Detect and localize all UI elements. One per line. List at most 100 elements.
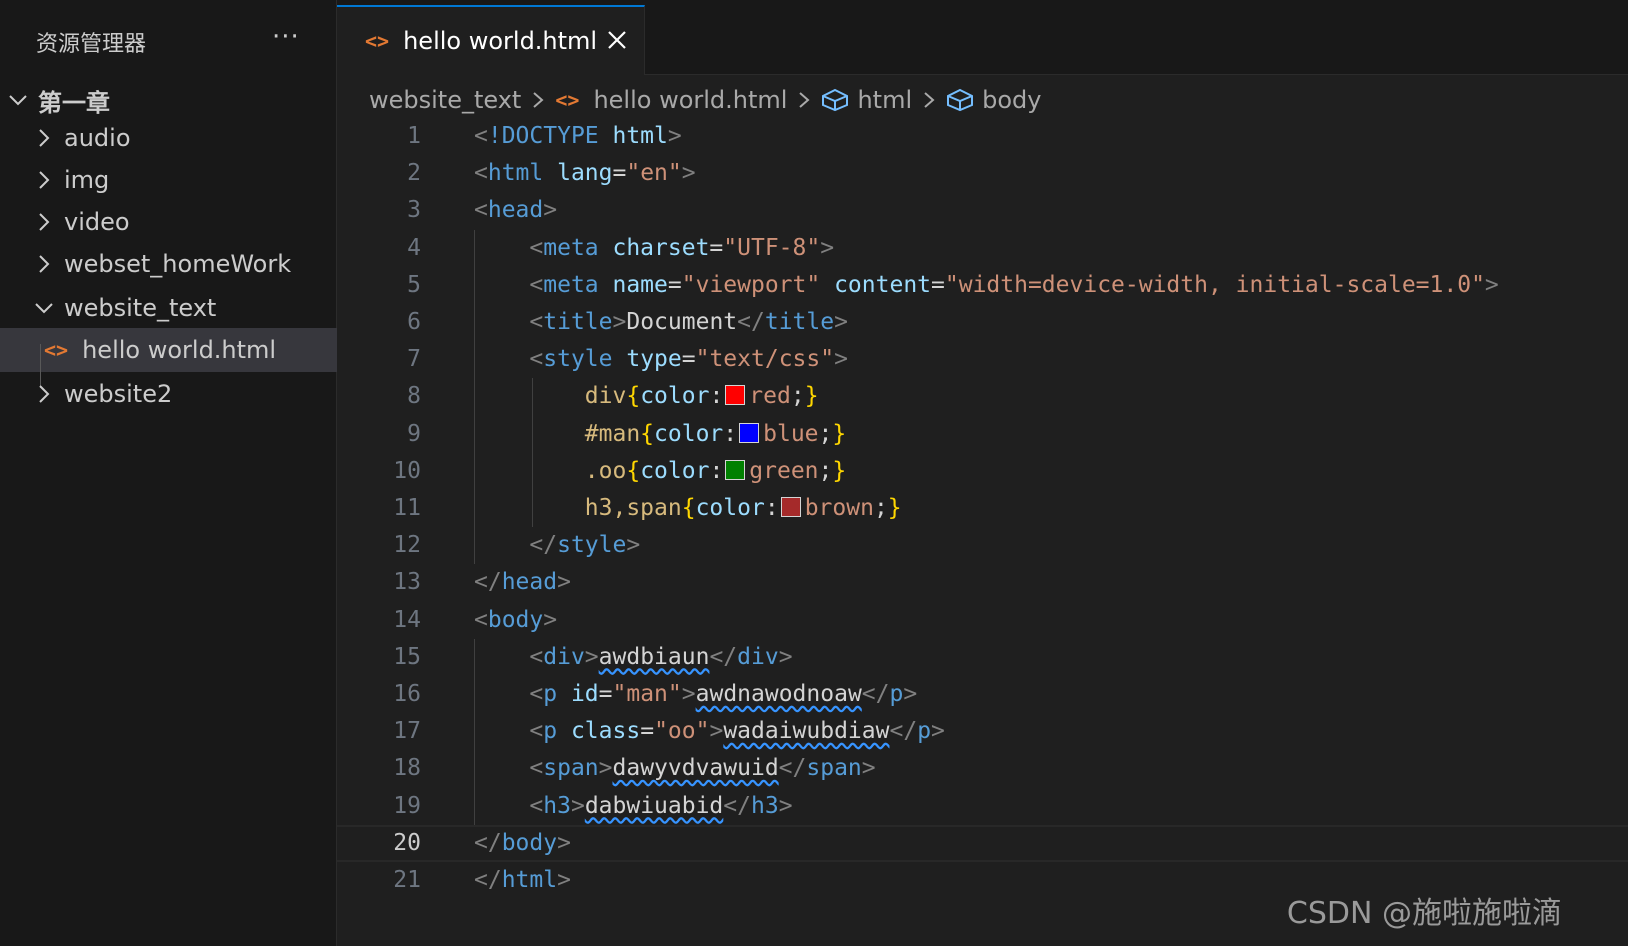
breadcrumb-label: website_text: [369, 86, 522, 114]
code-line[interactable]: 8 div{color: red;}: [337, 378, 1628, 415]
css-value: green: [749, 457, 819, 484]
close-icon[interactable]: [606, 29, 628, 55]
code-line[interactable]: 17 <p class="oo">wadaiwubdiaw</p>: [337, 713, 1628, 750]
code-token: <: [474, 123, 488, 149]
code-token: >: [834, 346, 848, 373]
chevron-right-icon: [922, 90, 936, 110]
code-token: >: [543, 606, 558, 633]
tree-label: video: [64, 208, 130, 236]
code-line[interactable]: 18 <span>dawyvdvawuid</span>: [337, 750, 1628, 787]
code-line[interactable]: 1 <!DOCTYPE html>: [337, 118, 1628, 155]
code-token: >: [667, 123, 682, 149]
color-swatch-icon[interactable]: [725, 385, 746, 406]
breadcrumb-symbol-body[interactable]: body: [946, 86, 1041, 114]
code-token: title: [764, 309, 835, 335]
tree-folder-audio[interactable]: audio: [0, 116, 370, 160]
cube-symbol-icon: [946, 88, 974, 112]
code-line[interactable]: 5 <meta name="viewport" content="width=d…: [337, 267, 1628, 304]
indent-guide: [474, 638, 475, 825]
code-token: id: [557, 681, 599, 707]
breadcrumb: website_text <> hello world.html html bo…: [369, 80, 1041, 120]
html-file-icon: <>: [44, 338, 69, 362]
code-text: <head>: [474, 192, 557, 229]
code-token: >: [681, 681, 696, 707]
watermark: CSDN @施啦施啦滴: [1286, 896, 1562, 931]
code-token: html: [598, 123, 668, 149]
breadcrumb-label: html: [857, 86, 913, 114]
cube-symbol-icon: [821, 88, 849, 112]
tree-folder-img[interactable]: img: [0, 158, 370, 202]
code-token: <: [529, 346, 544, 373]
code-token: p: [543, 718, 558, 745]
tree-label: img: [64, 166, 110, 194]
code-token: div: [543, 643, 585, 670]
code-token: >: [570, 792, 585, 819]
tree-folder-webset-homework[interactable]: webset_homeWork: [0, 242, 370, 286]
color-swatch-icon[interactable]: [739, 422, 760, 443]
code-token: <: [529, 792, 544, 819]
code-line[interactable]: 14 <body>: [337, 602, 1628, 639]
code-token: awdbiaun: [598, 643, 710, 670]
code-line[interactable]: 9 #man{color: blue;}: [337, 416, 1628, 453]
indent-guide: [532, 378, 534, 528]
code-line[interactable]: 2 <html lang="en">: [337, 155, 1628, 192]
code-line[interactable]: 12 </style>: [337, 527, 1628, 564]
tab-hello-world[interactable]: <> hello world.html: [337, 5, 645, 75]
code-token: >: [626, 532, 641, 559]
breadcrumb-folder[interactable]: website_text: [369, 86, 521, 114]
breadcrumb-file[interactable]: <> hello world.html: [555, 86, 787, 114]
css-value: red: [749, 383, 791, 410]
code-token: body: [487, 606, 544, 633]
code-line[interactable]: 13 </head>: [337, 564, 1628, 601]
code-line[interactable]: 7 <style type="text/css">: [337, 341, 1628, 378]
explorer-title: 资源管理器: [36, 32, 147, 57]
code-token: meta: [543, 271, 599, 298]
code-token: =: [681, 346, 696, 373]
code-line[interactable]: 19 <h3>dabwiuabid</h3>: [337, 788, 1628, 825]
code-token: =: [612, 160, 627, 187]
code-line[interactable]: 11 h3,span{color: brown;}: [337, 490, 1628, 527]
tree-file-hello-world[interactable]: <> hello world.html: [0, 328, 380, 372]
code-token: #man: [584, 420, 641, 447]
code-line[interactable]: 15 <div>awdbiaun</div>: [337, 639, 1628, 676]
code-token: =: [598, 681, 613, 707]
more-actions-icon[interactable]: ···: [272, 22, 300, 52]
indent-guide: [474, 229, 475, 565]
chevron-right-icon: [797, 90, 811, 110]
code-line[interactable]: 16 <p id="man">awdnawodnoaw</p>: [337, 676, 1628, 713]
code-token: h3: [543, 792, 571, 819]
color-swatch-icon[interactable]: [780, 497, 801, 517]
tree-folder-website2[interactable]: website2: [0, 372, 370, 416]
chevron-right-icon: [34, 384, 54, 404]
code-line[interactable]: 6 <title>Document</title>: [337, 304, 1628, 341]
chevron-down-icon: [8, 90, 28, 110]
code-line[interactable]: 20 </body>: [337, 824, 1628, 862]
code-token: <: [474, 160, 488, 187]
code-line[interactable]: 3 <head>: [337, 192, 1628, 229]
code-token: color: [640, 383, 710, 410]
code-token: :: [709, 383, 724, 410]
code-token: </: [474, 867, 502, 893]
code-line[interactable]: 10 .oo{color: green;}: [337, 453, 1628, 490]
breadcrumb-symbol-html[interactable]: html: [821, 86, 912, 114]
line-number: 11: [393, 495, 421, 521]
chevron-right-icon: [34, 254, 54, 274]
tree-folder-website-text[interactable]: website_text: [0, 286, 370, 330]
code-token: !DOCTYPE: [487, 123, 599, 149]
code-text: <meta name="viewport" content="width=dev…: [474, 267, 1498, 304]
line-number: 15: [393, 643, 421, 670]
code-line[interactable]: 4 <meta charset="UTF-8">: [337, 230, 1628, 267]
code-text: <html lang="en">: [474, 155, 696, 192]
code-token: =: [667, 271, 682, 298]
code-token: Document: [626, 309, 738, 335]
code-token: =: [640, 718, 655, 745]
code-token: "text/css": [695, 346, 835, 373]
color-swatch-icon[interactable]: [725, 459, 746, 480]
tree-folder-video[interactable]: video: [0, 200, 370, 244]
code-token: "oo": [654, 718, 710, 745]
code-text: </style>: [474, 527, 640, 564]
code-token: p: [917, 718, 932, 745]
line-number: 20: [393, 829, 421, 856]
line-number: 6: [407, 309, 421, 335]
editor-area: <> hello world.html website_text <> hell…: [337, 0, 1628, 946]
